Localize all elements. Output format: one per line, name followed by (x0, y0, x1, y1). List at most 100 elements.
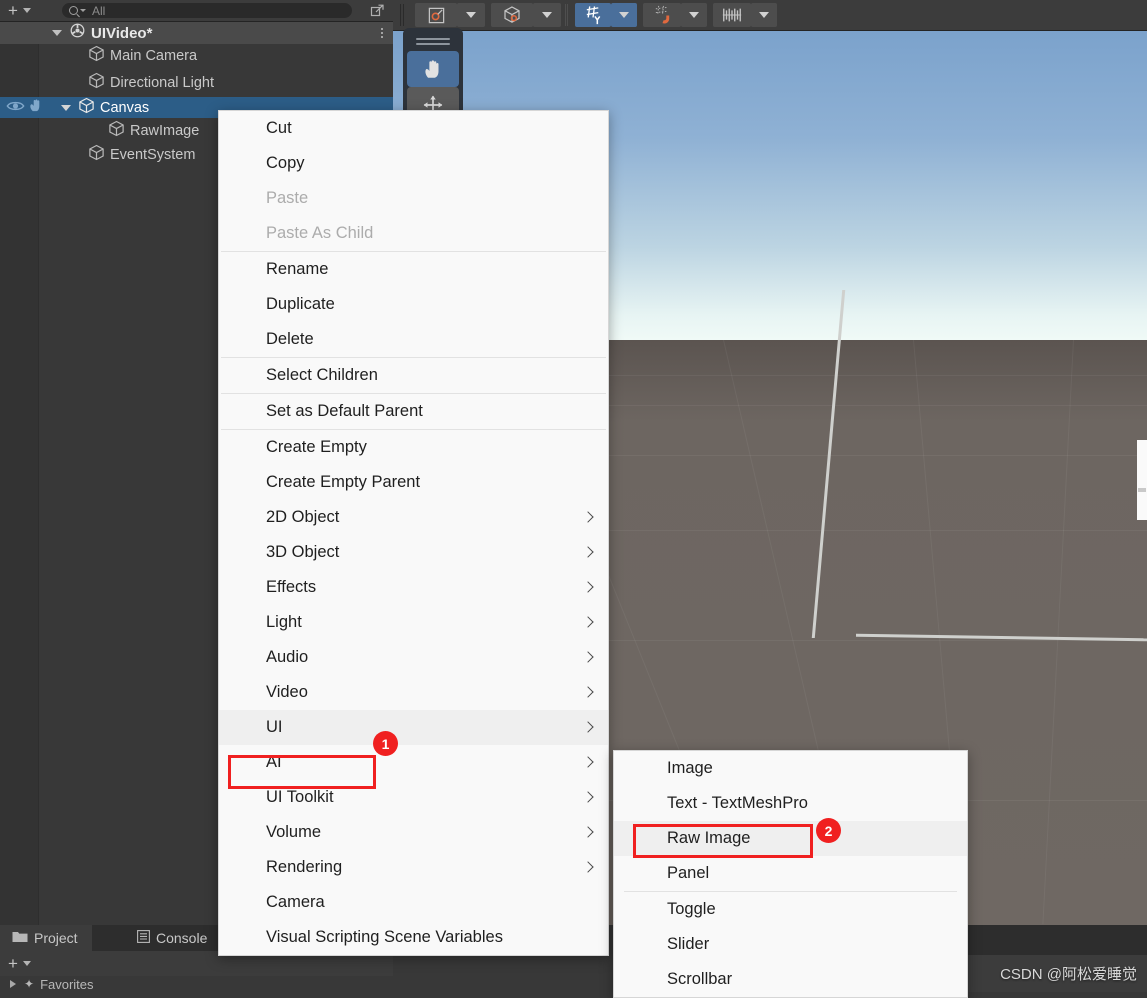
chevron-right-icon (584, 582, 591, 594)
menu-item-ai[interactable]: AI (219, 745, 608, 780)
menu-item-video[interactable]: Video (219, 675, 608, 710)
menu-item-light[interactable]: Light (219, 605, 608, 640)
menu-item-label: Delete (266, 330, 314, 348)
menu-item-label: Select Children (266, 366, 378, 384)
chevron-right-icon (584, 792, 591, 804)
magnet-snap-dropdown-button[interactable] (681, 3, 707, 27)
gameobject-cube-icon (88, 45, 105, 66)
grid-snap-dropdown-button[interactable] (611, 3, 637, 27)
gizmo-icon (428, 7, 444, 23)
chevron-right-icon (584, 547, 591, 559)
hierarchy-search-field[interactable]: All (62, 3, 352, 18)
hierarchy-visibility-gutter (0, 44, 38, 925)
menu-item-rename[interactable]: Rename (219, 252, 608, 287)
submenu-item-image[interactable]: Image (614, 751, 967, 786)
render-mode-dropdown-button[interactable] (533, 3, 561, 27)
submenu-item-panel[interactable]: Panel (614, 856, 967, 891)
menu-item-label: Paste As Child (266, 224, 374, 242)
watermark-label: CSDN @阿松爱睡觉 (1000, 966, 1137, 983)
hierarchy-item-directional-light[interactable]: Directional Light (0, 72, 393, 93)
menu-item-volume[interactable]: Volume (219, 815, 608, 850)
project-add-button[interactable]: + (8, 953, 31, 973)
menu-item-rendering[interactable]: Rendering (219, 850, 608, 885)
chevron-right-icon (584, 722, 591, 734)
gizmo-dropdown-button[interactable] (457, 3, 485, 27)
submenu-item-label: Text - TextMeshPro (667, 794, 808, 812)
add-gameobject-button[interactable]: + (8, 2, 31, 19)
chevron-down-icon (80, 9, 86, 12)
gameobject-cube-icon (88, 72, 105, 93)
menu-item-copy[interactable]: Copy (219, 146, 608, 181)
render-mode-button[interactable] (491, 3, 533, 27)
menu-item-label: Video (266, 683, 308, 701)
tab-project[interactable]: Project (0, 925, 92, 951)
hierarchy-item-main-camera[interactable]: Main Camera (0, 45, 393, 66)
chevron-right-icon (584, 862, 591, 874)
star-icon: ✦ (24, 977, 35, 991)
menu-item-delete[interactable]: Delete (219, 322, 608, 357)
menu-item-ui[interactable]: UI (219, 710, 608, 745)
submenu-item-raw-image[interactable]: Raw Image (614, 821, 967, 856)
hierarchy-item-label: RawImage (130, 122, 200, 139)
menu-item-3d-object[interactable]: 3D Object (219, 535, 608, 570)
hierarchy-scene-row[interactable]: UIVideo* (0, 22, 393, 44)
increment-snap-button[interactable] (713, 3, 751, 27)
gameobject-cube-icon (78, 97, 95, 118)
menu-item-audio[interactable]: Audio (219, 640, 608, 675)
hierarchy-item-label: Directional Light (110, 74, 214, 91)
magnet-grid-icon (655, 5, 669, 24)
chevron-right-icon (584, 687, 591, 699)
ui-submenu[interactable]: Image Text - TextMeshPro Raw Image Panel… (613, 750, 968, 998)
scrollbar-thumb[interactable] (1138, 488, 1146, 492)
chevron-right-icon (584, 617, 591, 629)
scene-overflow-menu-icon[interactable] (381, 22, 383, 44)
expand-triangle-icon[interactable] (10, 980, 16, 988)
ruler-icon (722, 8, 742, 22)
menu-item-label: Volume (266, 823, 322, 841)
chevron-down-icon (22, 8, 31, 13)
scene-right-edge-panel[interactable] (1137, 440, 1147, 520)
submenu-item-label: Scrollbar (667, 970, 733, 988)
submenu-item-label: Image (667, 759, 713, 777)
submenu-item-toggle[interactable]: Toggle (614, 892, 967, 927)
menu-item-label: Paste (266, 189, 309, 207)
menu-item-label: UI Toolkit (266, 788, 334, 806)
menu-item-ui-toolkit[interactable]: UI Toolkit (219, 780, 608, 815)
submenu-item-slider[interactable]: Slider (614, 927, 967, 962)
plus-icon: + (8, 953, 18, 973)
menu-item-2d-object[interactable]: 2D Object (219, 500, 608, 535)
tab-console[interactable]: Console (125, 925, 221, 951)
hierarchy-item-label: Main Camera (110, 47, 198, 64)
chevron-right-icon (584, 827, 591, 839)
menu-item-visual-scripting-scene-variables[interactable]: Visual Scripting Scene Variables (219, 920, 608, 955)
increment-snap-dropdown-button[interactable] (751, 3, 777, 27)
menu-item-cut[interactable]: Cut (219, 111, 608, 146)
pickability-hand-icon[interactable] (28, 98, 45, 117)
gizmo-toggle-button[interactable] (415, 3, 457, 27)
open-in-new-icon[interactable] (370, 3, 385, 18)
project-favorites-row[interactable]: ✦ Favorites (0, 976, 393, 992)
menu-item-label: Copy (266, 154, 305, 172)
hierarchy-search-input[interactable]: All (92, 4, 105, 18)
palette-drag-handle[interactable] (416, 38, 450, 45)
hierarchy-item-label: EventSystem (110, 146, 196, 163)
submenu-item-text-textmeshpro[interactable]: Text - TextMeshPro (614, 786, 967, 821)
menu-item-create-empty-parent[interactable]: Create Empty Parent (219, 465, 608, 500)
menu-item-camera[interactable]: Camera (219, 885, 608, 920)
expand-triangle-icon[interactable] (61, 104, 71, 111)
bottom-status-strip-dark (960, 925, 1147, 955)
grid-snap-toggle-button[interactable] (575, 3, 611, 27)
menu-item-label: Create Empty (266, 438, 367, 456)
visibility-eye-icon[interactable] (6, 99, 25, 117)
magnet-snap-button[interactable] (643, 3, 681, 27)
menu-item-select-children[interactable]: Select Children (219, 358, 608, 393)
gameobject-cube-icon (108, 120, 125, 141)
hierarchy-context-menu[interactable]: Cut Copy Paste Paste As Child Rename Dup… (218, 110, 609, 956)
hand-icon (425, 60, 439, 78)
menu-item-create-empty[interactable]: Create Empty (219, 430, 608, 465)
menu-item-duplicate[interactable]: Duplicate (219, 287, 608, 322)
menu-item-effects[interactable]: Effects (219, 570, 608, 605)
hand-tool-button[interactable] (407, 51, 459, 87)
menu-item-set-as-default-parent[interactable]: Set as Default Parent (219, 394, 608, 429)
expand-triangle-icon[interactable] (52, 30, 62, 36)
